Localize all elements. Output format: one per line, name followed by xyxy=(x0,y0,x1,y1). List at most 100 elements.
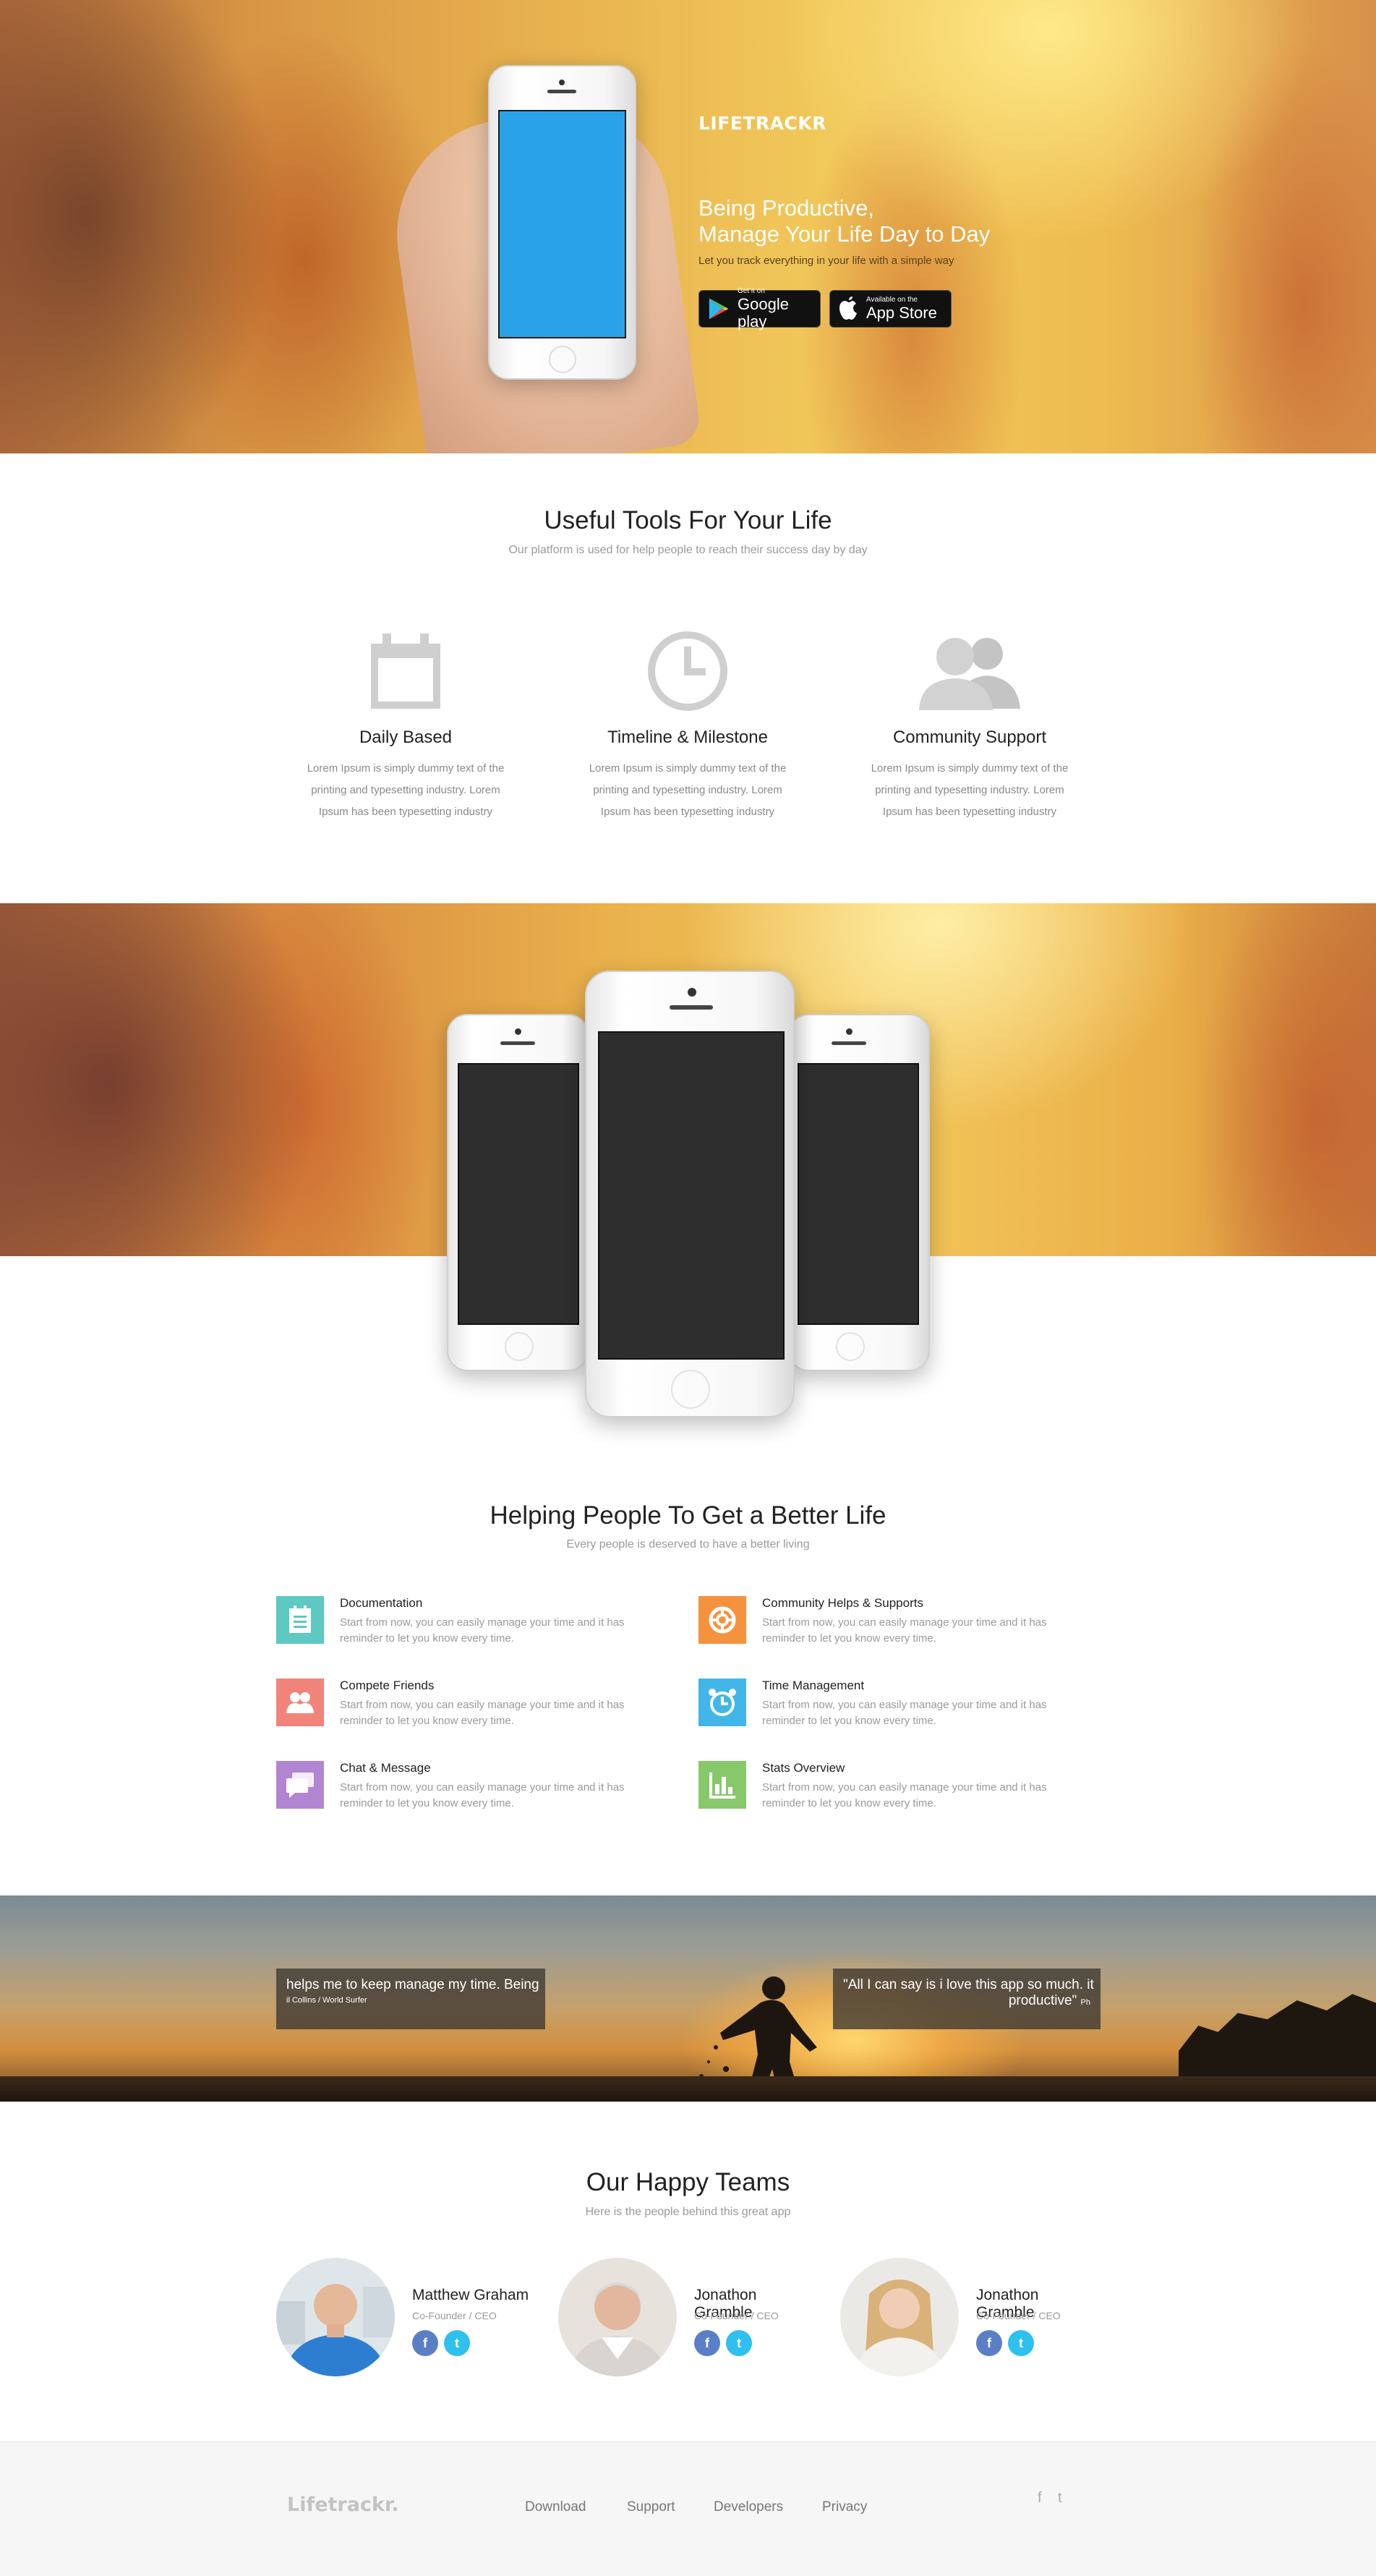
feature-desc: Start from now, you can easily manage yo… xyxy=(340,1699,625,1727)
feature-stats-overview: Stats Overview Start from now, you can e… xyxy=(698,1761,1089,1819)
feature-documentation: Documentation Start from now, you can ea… xyxy=(276,1596,667,1654)
phone-screen xyxy=(598,1031,785,1360)
twitter-icon[interactable]: t xyxy=(1008,2330,1034,2356)
twitter-icon[interactable]: t xyxy=(444,2330,470,2356)
feature-desc: Start from now, you can easily manage yo… xyxy=(762,1616,1047,1645)
member-role: Co-Founder / CEO xyxy=(976,2310,1061,2321)
phone-home-button xyxy=(671,1370,710,1409)
footer-twitter-icon[interactable]: t xyxy=(1058,2490,1062,2507)
ground-silhouette xyxy=(0,2076,1376,2102)
phone-speaker xyxy=(832,1041,866,1045)
brand-logo[interactable]: LIFETRACKR xyxy=(698,113,826,134)
hero-phone xyxy=(488,65,636,380)
google-play-button[interactable]: Get it on Google play xyxy=(698,287,821,330)
testimonial-left: helps me to keep manage my time. Being i… xyxy=(276,1969,545,2029)
feature-chat-message: Chat & Message Start from now, you can e… xyxy=(276,1761,667,1819)
avatar xyxy=(276,2258,395,2376)
hero-title-line1: Being Productive, xyxy=(698,195,874,221)
testimonial-banner xyxy=(0,1895,1376,2102)
document-icon xyxy=(276,1596,324,1644)
hero-title: Being Productive, Manage Your Life Day t… xyxy=(698,195,1132,247)
team-member: Matthew Graham Co-Founder / CEO f t xyxy=(276,2258,537,2381)
calendar-icon xyxy=(371,634,440,709)
tools-title: Useful Tools For Your Life xyxy=(544,506,832,534)
phone-speaker xyxy=(500,1041,535,1045)
left-phone xyxy=(447,1014,589,1371)
footer-facebook-icon[interactable]: f xyxy=(1038,2490,1042,2507)
twitter-icon[interactable]: t xyxy=(726,2330,752,2356)
apple-icon xyxy=(839,297,857,320)
member-role: Co-Founder / CEO xyxy=(694,2310,779,2321)
feature-time-management: Time Management Start from now, you can … xyxy=(698,1679,1089,1736)
phone-camera-icon xyxy=(515,1028,521,1035)
tool-daily-based: Daily Based Lorem Ipsum is simply dummy … xyxy=(297,628,514,823)
hero-section xyxy=(0,0,1376,453)
member-name: Matthew Graham xyxy=(412,2287,529,2303)
testimonial-quote: helps me to keep manage my time. Being xyxy=(286,1977,539,1992)
footer xyxy=(0,2441,1376,2576)
tool-desc: Lorem Ipsum is simply dummy text of the … xyxy=(589,762,787,818)
testimonial-quote-end: productive" xyxy=(1008,1993,1077,2008)
hero-subtitle: Let you track everything in your life wi… xyxy=(698,255,954,267)
phone-home-button xyxy=(549,346,576,373)
feature-desc: Start from now, you can easily manage yo… xyxy=(340,1616,625,1645)
testimonial-author: il Collins / World Surfer xyxy=(286,1996,367,2005)
facebook-icon[interactable]: f xyxy=(412,2330,438,2356)
right-phone xyxy=(788,1014,930,1371)
feature-desc: Start from now, you can easily manage yo… xyxy=(762,1699,1047,1727)
center-phone xyxy=(585,971,795,1417)
phone-screen xyxy=(498,110,626,338)
alarm-clock-icon xyxy=(698,1679,746,1726)
avatar xyxy=(558,2258,677,2376)
feature-title: Chat & Message xyxy=(340,1761,431,1775)
tool-timeline: Timeline & Milestone Lorem Ipsum is simp… xyxy=(579,628,796,823)
chat-icon xyxy=(276,1761,324,1809)
footer-link-privacy[interactable]: Privacy xyxy=(822,2499,867,2515)
app-store-button[interactable]: Available on the App Store xyxy=(829,290,952,328)
tool-desc: Lorem Ipsum is simply dummy text of the … xyxy=(307,762,505,818)
testimonial-author: Ph xyxy=(1080,1998,1090,2007)
tool-title: Community Support xyxy=(892,728,1047,747)
tools-subtitle: Our platform is used for help people to … xyxy=(508,544,868,556)
feature-title: Documentation xyxy=(340,1596,423,1610)
tool-title: Daily Based xyxy=(359,728,453,747)
footer-link-developers[interactable]: Developers xyxy=(714,2499,783,2515)
footer-link-support[interactable]: Support xyxy=(627,2499,675,2515)
tool-community: Community Support Lorem Ipsum is simply … xyxy=(861,628,1078,823)
clock-icon xyxy=(648,631,727,711)
footer-link-download[interactable]: Download xyxy=(525,2499,586,2515)
google-play-big-label: Google play xyxy=(738,295,789,330)
phone-screen xyxy=(458,1063,579,1325)
feature-title: Compete Friends xyxy=(340,1679,435,1692)
app-store-big-label: App Store xyxy=(866,304,937,322)
phone-home-button xyxy=(505,1332,534,1361)
phone-camera-icon xyxy=(846,1028,852,1035)
member-role: Co-Founder / CEO xyxy=(412,2310,497,2321)
phone-home-button xyxy=(836,1332,865,1361)
lifebuoy-icon xyxy=(698,1596,746,1644)
hero-title-line2: Manage Your Life Day to Day xyxy=(698,221,991,247)
users-icon xyxy=(919,638,1020,710)
tool-title: Timeline & Milestone xyxy=(607,728,768,747)
facebook-icon[interactable]: f xyxy=(694,2330,720,2356)
features-title: Helping People To Get a Better Life xyxy=(490,1501,886,1530)
team-subtitle: Here is the people behind this great app xyxy=(585,2206,791,2218)
bar-chart-icon xyxy=(698,1761,746,1809)
feature-title: Stats Overview xyxy=(762,1761,845,1775)
phone-screen xyxy=(798,1063,919,1325)
avatar xyxy=(840,2258,959,2376)
feature-desc: Start from now, you can easily manage yo… xyxy=(340,1781,625,1809)
feature-desc: Start from now, you can easily manage yo… xyxy=(762,1781,1047,1809)
testimonial-right: "All I can say is i love this app so muc… xyxy=(833,1969,1101,2029)
phone-speaker xyxy=(547,90,576,93)
features-subtitle: Every people is deserved to have a bette… xyxy=(566,1538,810,1551)
facebook-icon[interactable]: f xyxy=(976,2330,1002,2356)
team-member: Jonathon Gramble Co-Founder / CEO f t xyxy=(558,2258,819,2381)
testimonial-quote: "All I can say is i love this app so muc… xyxy=(843,1977,1094,1992)
team-member: Jonathon Gramble Co-Founder / CEO f t xyxy=(840,2258,1101,2381)
google-play-icon xyxy=(709,298,729,320)
feature-title: Community Helps & Supports xyxy=(762,1596,923,1610)
footer-logo[interactable]: Lifetrackr. xyxy=(287,2494,399,2516)
phone-speaker xyxy=(670,1005,713,1010)
friends-icon xyxy=(276,1679,324,1726)
